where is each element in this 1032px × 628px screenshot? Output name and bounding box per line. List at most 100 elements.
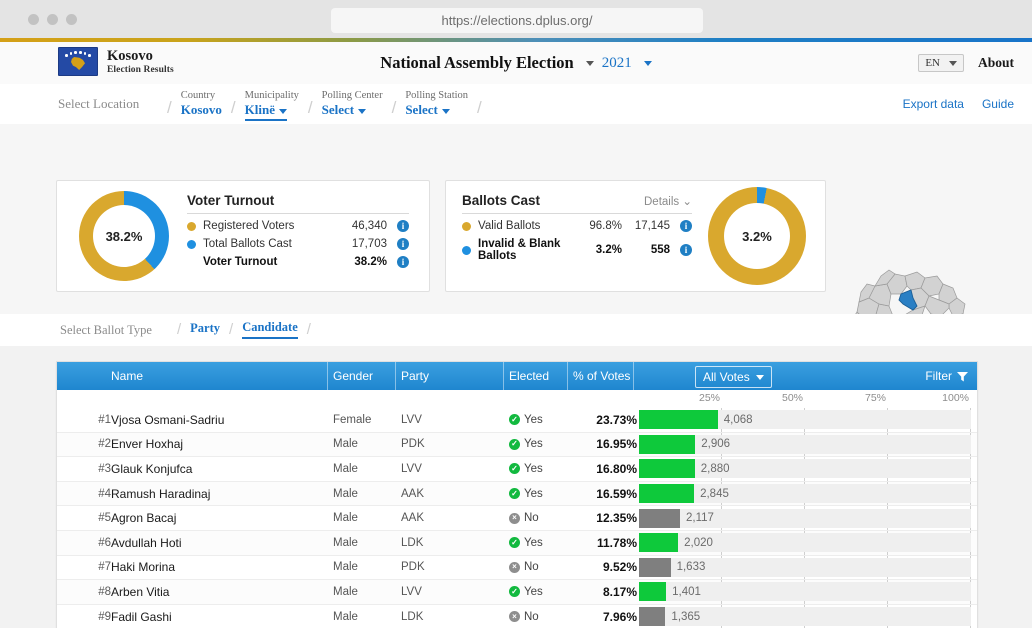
legend-percent: 3.2% xyxy=(595,244,622,256)
maximize-icon[interactable] xyxy=(66,14,77,25)
column-header-party[interactable]: Party xyxy=(401,362,429,390)
breadcrumb-item-polling-station[interactable]: Polling Station Select xyxy=(405,87,468,118)
header-right: EN About xyxy=(918,42,1014,84)
legend-row: Voter Turnout 38.2% i xyxy=(187,256,409,268)
breadcrumb-value[interactable]: Select xyxy=(322,102,367,118)
row-vote-count: 1,365 xyxy=(671,610,701,623)
ballot-type-label: Select Ballot Type xyxy=(60,323,152,337)
elected-no-icon: × xyxy=(509,512,520,524)
votes-filter-select[interactable]: All Votes xyxy=(695,366,772,388)
row-elected-label: Yes xyxy=(524,585,543,598)
minimize-icon[interactable] xyxy=(47,14,58,25)
info-icon[interactable]: i xyxy=(680,220,692,232)
breadcrumb-separator: / xyxy=(391,98,397,117)
row-vote-count: 2,020 xyxy=(684,536,713,549)
url-text: https://elections.dplus.org/ xyxy=(441,13,593,28)
election-selector[interactable]: National Assembly Election xyxy=(380,53,573,73)
row-vote-count: 2,845 xyxy=(700,487,729,500)
breadcrumb-separator: / xyxy=(167,98,172,117)
address-bar[interactable]: https://elections.dplus.org/ xyxy=(331,8,703,33)
ballot-type-separator: / xyxy=(177,321,182,338)
row-gender: Male xyxy=(333,438,358,451)
info-icon[interactable]: i xyxy=(680,244,692,256)
elected-yes-icon: ✓ xyxy=(509,537,520,549)
table-row[interactable]: #4 Ramush Haradinaj Male AAK ✓ Yes 16.59% 2,845 xyxy=(57,481,977,507)
breadcrumb-item-country[interactable]: Country Kosovo xyxy=(181,87,222,118)
table-body: #1 Vjosa Osmani-Sadriu Female LVV ✓ Yes 23.73%… xyxy=(57,408,977,628)
location-bar: Select Location / Country Kosovo / Municipal… xyxy=(0,84,1032,125)
row-vote-count: 4,068 xyxy=(723,413,753,426)
voter-turnout-card: 38.2% Voter Turnout Registered Voters 46,… xyxy=(56,180,430,292)
row-party: LVV xyxy=(401,462,422,475)
details-toggle[interactable]: Details ⌄ xyxy=(644,194,692,208)
row-candidate-name: Arben Vitia xyxy=(111,584,170,599)
table-row[interactable]: #2 Enver Hoxhaj Male PDK ✓ Yes 16.95% 2,906 xyxy=(57,432,977,458)
row-gender: Male xyxy=(333,487,358,500)
legend-value: 46,340 xyxy=(351,220,387,232)
row-vote-count: 2,880 xyxy=(700,462,730,475)
year-selector[interactable]: 2021 xyxy=(602,55,632,72)
elected-yes-icon: ✓ xyxy=(509,488,520,500)
column-header-elected[interactable]: Elected xyxy=(509,362,549,390)
row-party: AAK xyxy=(401,512,425,525)
legend-bullet-icon xyxy=(462,245,471,255)
chevron-down-icon-year[interactable] xyxy=(643,60,652,66)
breadcrumb-item-polling-center[interactable]: Polling Center Select xyxy=(322,87,383,118)
info-icon[interactable]: i xyxy=(397,256,409,268)
row-pct-votes: 11.78% xyxy=(596,535,637,550)
legend-percent: 96.8% xyxy=(589,220,622,232)
column-header-gender[interactable]: Gender xyxy=(333,362,373,390)
row-vote-bar xyxy=(639,434,696,454)
row-pct-votes: 23.73% xyxy=(596,412,637,427)
row-pct-votes: 12.35% xyxy=(596,511,637,526)
about-link[interactable]: About xyxy=(978,55,1014,71)
table-row[interactable]: #8 Arben Vitia Male LVV ✓ Yes 8.17% 1,401 xyxy=(57,580,977,605)
axis-tick: 50% xyxy=(781,392,803,404)
info-icon[interactable]: i xyxy=(397,220,409,232)
table-row[interactable]: #9 Fadil Gashi Male LDK × No 7.96% 1,365 xyxy=(57,604,977,628)
breadcrumb-item-municipality[interactable]: Municipality Klinë xyxy=(244,87,299,121)
ballot-type-party[interactable]: Party xyxy=(190,321,220,338)
table-row[interactable]: #7 Haki Morina Male PDK × No 9.52% 1,633 xyxy=(57,555,977,581)
row-party: PDK xyxy=(401,561,425,574)
table-row[interactable]: #5 Agron Bacaj Male AAK × No 12.35% 2,117 xyxy=(57,506,977,531)
column-header-pct-votes[interactable]: % of Votes xyxy=(573,362,630,390)
breadcrumb-value[interactable]: Kosovo xyxy=(181,102,222,118)
turnout-donut-chart: 38.2% xyxy=(79,191,169,281)
row-bar-track: 1,633 xyxy=(639,557,971,577)
table-row[interactable]: #3 Glauk Konjufca Male LVV ✓ Yes 16.80% 2,880 xyxy=(57,457,977,482)
guide-link[interactable]: Guide xyxy=(982,97,1014,111)
row-elected-label: Yes xyxy=(524,413,543,426)
column-header-name[interactable]: Name xyxy=(111,362,143,390)
breadcrumb-separator: / xyxy=(230,98,236,117)
export-data-link[interactable]: Export data xyxy=(903,97,964,111)
breadcrumb-value[interactable]: Select xyxy=(405,102,450,118)
ballot-type-separator: / xyxy=(306,321,311,338)
browser-window: https://elections.dplus.org/ Kosovo Elec… xyxy=(0,0,1032,628)
chevron-down-icon[interactable] xyxy=(585,60,594,66)
breadcrumb-separator: / xyxy=(307,98,313,117)
elected-yes-icon: ✓ xyxy=(509,414,520,426)
table-row[interactable]: #1 Vjosa Osmani-Sadriu Female LVV ✓ Yes 23.73%… xyxy=(57,408,977,433)
ballots-donut-chart: 3.2% xyxy=(708,187,806,285)
row-elected-label: No xyxy=(524,512,539,525)
breadcrumb-value[interactable]: Klinë xyxy=(244,102,287,121)
axis-tick: 100% xyxy=(942,392,969,404)
filter-button[interactable]: Filter xyxy=(925,362,968,390)
table-row[interactable]: #6 Avdullah Hoti Male LDK ✓ Yes 11.78% 2,020 xyxy=(57,530,977,556)
ballot-type-candidate[interactable]: Candidate xyxy=(242,320,298,339)
row-vote-count: 1,633 xyxy=(676,561,706,574)
row-vote-bar xyxy=(639,607,666,627)
info-icon[interactable]: i xyxy=(397,238,409,250)
language-select[interactable]: EN xyxy=(918,54,964,72)
turnout-card-title: Voter Turnout xyxy=(187,193,409,214)
legend-label: Total Ballots Cast xyxy=(203,238,292,250)
site-logo[interactable]: Kosovo Election Results xyxy=(58,47,174,76)
row-pct-votes: 8.17% xyxy=(602,584,637,599)
results-table: Name Gender Party Elected % of Votes All… xyxy=(56,361,978,628)
window-controls[interactable] xyxy=(28,14,77,25)
row-vote-bar xyxy=(639,557,671,577)
legend-label: Valid Ballots xyxy=(478,220,541,232)
close-icon[interactable] xyxy=(28,14,39,25)
language-value: EN xyxy=(925,57,940,69)
